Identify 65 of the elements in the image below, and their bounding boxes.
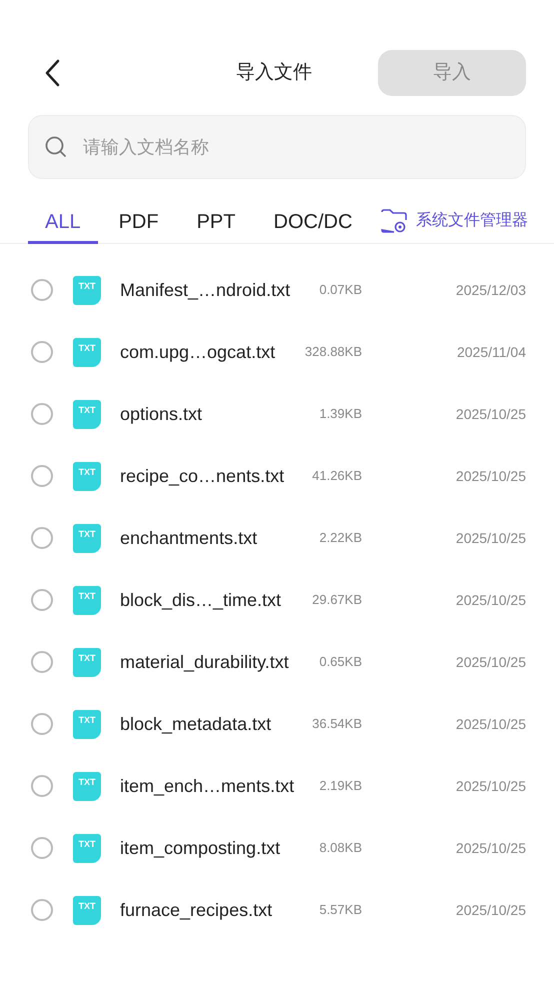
file-size: 36.54KB xyxy=(311,715,362,734)
file-size: 0.07KB xyxy=(318,281,362,300)
select-radio[interactable] xyxy=(31,341,53,363)
select-radio[interactable] xyxy=(31,279,53,301)
txt-file-icon: TXT xyxy=(73,462,101,490)
file-name: block_metadata.txt xyxy=(120,712,272,736)
txt-file-icon: TXT xyxy=(73,710,101,738)
page-title: 导入文件 xyxy=(236,60,312,85)
txt-file-icon: TXT xyxy=(73,648,101,676)
file-date: 2025/12/03 xyxy=(456,280,526,300)
txt-file-icon: TXT xyxy=(73,896,101,924)
filter-tab[interactable]: ALL xyxy=(28,203,98,244)
file-name: Manifest_…ndroid.txt xyxy=(120,278,292,302)
file-size: 0.65KB xyxy=(318,653,362,672)
file-size: 328.88KB xyxy=(304,343,362,362)
file-size: 1.39KB xyxy=(318,405,362,424)
file-name: item_ench…ments.txt xyxy=(120,774,296,798)
file-name: recipe_co…nents.txt xyxy=(120,464,286,488)
file-date: 2025/10/25 xyxy=(456,404,526,424)
search-field[interactable]: 请输入文档名称 xyxy=(28,115,526,179)
select-radio[interactable] xyxy=(31,403,53,425)
filter-tab[interactable]: PPT xyxy=(180,203,252,244)
select-radio[interactable] xyxy=(31,651,53,673)
file-name: enchantments.txt xyxy=(120,526,258,550)
txt-file-icon: TXT xyxy=(73,400,101,428)
txt-file-icon: TXT xyxy=(73,276,101,304)
select-radio[interactable] xyxy=(31,465,53,487)
file-date: 2025/11/04 xyxy=(456,342,526,362)
folder-gear-icon xyxy=(380,208,408,234)
select-radio[interactable] xyxy=(31,589,53,611)
file-date: 2025/10/25 xyxy=(456,900,526,920)
select-radio[interactable] xyxy=(31,775,53,797)
select-radio[interactable] xyxy=(31,837,53,859)
search-icon xyxy=(44,135,68,159)
select-radio[interactable] xyxy=(31,899,53,921)
file-size: 41.26KB xyxy=(311,467,362,486)
file-name: block_dis…_time.txt xyxy=(120,588,282,612)
back-icon[interactable] xyxy=(44,59,60,87)
select-radio[interactable] xyxy=(31,527,53,549)
file-name: material_durability.txt xyxy=(120,650,290,674)
file-date: 2025/10/25 xyxy=(456,590,526,610)
txt-file-icon: TXT xyxy=(73,586,101,614)
txt-file-icon: TXT xyxy=(73,834,101,862)
file-name: options.txt xyxy=(120,402,204,426)
file-date: 2025/10/25 xyxy=(456,714,526,734)
file-size: 2.19KB xyxy=(318,777,362,796)
filter-tab[interactable]: PDF xyxy=(102,203,176,244)
txt-file-icon: TXT xyxy=(73,524,101,552)
file-date: 2025/10/25 xyxy=(456,652,526,672)
file-name: item_composting.txt xyxy=(120,836,282,860)
txt-file-icon: TXT xyxy=(73,338,101,366)
filter-tab[interactable]: DOC/DC xyxy=(256,203,370,244)
file-size: 29.67KB xyxy=(311,591,362,610)
file-date: 2025/10/25 xyxy=(456,528,526,548)
txt-file-icon: TXT xyxy=(73,772,101,800)
select-radio[interactable] xyxy=(31,713,53,735)
file-manager-link[interactable]: 系统文件管理器 xyxy=(380,203,528,239)
file-name: com.upg…ogcat.txt xyxy=(120,340,276,364)
file-size: 2.22KB xyxy=(318,529,362,548)
file-size: 8.08KB xyxy=(318,839,362,858)
file-size: 5.57KB xyxy=(318,901,362,920)
file-date: 2025/10/25 xyxy=(456,838,526,858)
file-name: furnace_recipes.txt xyxy=(120,898,274,922)
file-date: 2025/10/25 xyxy=(456,776,526,796)
file-date: 2025/10/25 xyxy=(456,466,526,486)
